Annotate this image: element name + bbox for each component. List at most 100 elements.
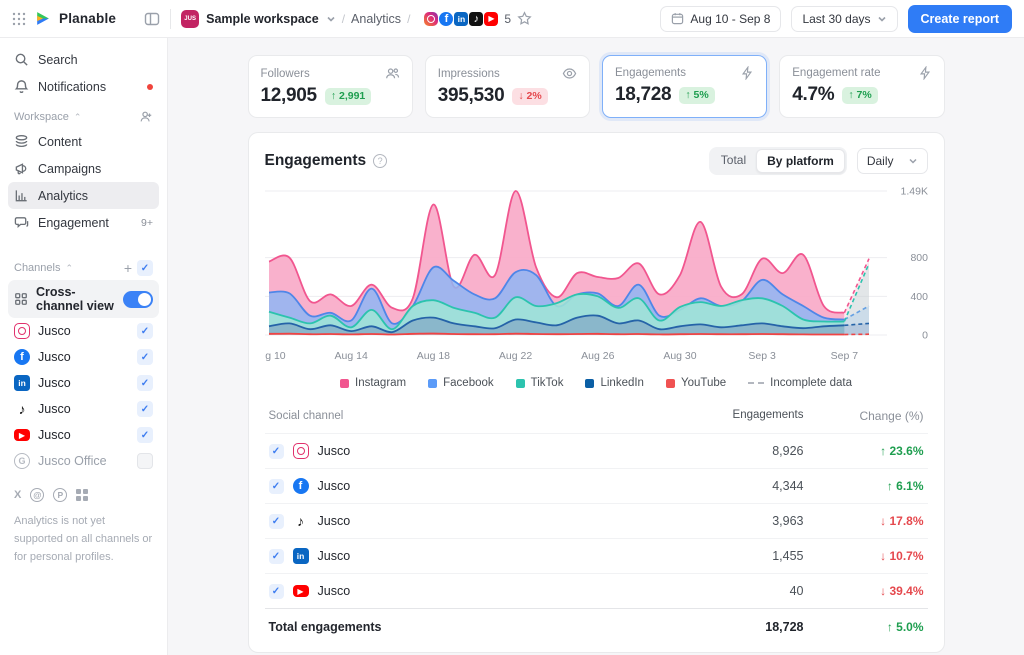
- row-checkbox[interactable]: ✓: [269, 479, 284, 494]
- help-icon[interactable]: ?: [373, 154, 387, 168]
- instagram-icon: [424, 12, 438, 26]
- row-checkbox[interactable]: ✓: [269, 584, 284, 599]
- layers-icon: [14, 134, 29, 149]
- row-checkbox[interactable]: ✓: [269, 549, 284, 564]
- channel-checkbox[interactable]: ✓: [137, 427, 153, 443]
- sidebar-item-campaigns[interactable]: Campaigns: [8, 155, 159, 182]
- cross-channel-toggle[interactable]: [123, 291, 153, 308]
- legend-linkedin: LinkedIn: [585, 377, 643, 389]
- row-change: ↓ 39.4%: [804, 584, 924, 598]
- svg-text:Aug 10: Aug 10: [265, 350, 286, 362]
- linkedin-icon: in: [454, 12, 468, 26]
- chevron-down-icon: [326, 14, 336, 24]
- planable-logo-icon: [34, 10, 51, 27]
- table-header: Social channel Engagements Change (%): [265, 403, 928, 433]
- followers-icon: [385, 66, 400, 81]
- card-impressions[interactable]: Impressions 395,530 ↓ 2%: [425, 55, 590, 118]
- tiktok-icon: ♪: [14, 401, 30, 417]
- sidebar-item-content[interactable]: Content: [8, 128, 159, 155]
- workspace-switcher[interactable]: JUS Sample workspace: [181, 10, 336, 28]
- channel-name: Jusco Office: [38, 454, 129, 468]
- bell-icon: [14, 79, 29, 94]
- legend-label: TikTok: [531, 377, 564, 389]
- channel-name: Jusco: [38, 376, 129, 390]
- channel-row-linkedin[interactable]: in Jusco ✓: [8, 370, 159, 396]
- total-change: ↑ 5.0%: [804, 620, 924, 634]
- toggle-by-platform[interactable]: By platform: [756, 149, 845, 173]
- card-value: 4.7%: [792, 84, 834, 106]
- linkedin-icon: in: [14, 375, 30, 391]
- channel-checkbox[interactable]: ✓: [137, 349, 153, 365]
- campaigns-label: Campaigns: [38, 162, 153, 176]
- card-label: Engagements: [615, 67, 686, 79]
- workspace-section-header[interactable]: Workspace ⌃: [8, 100, 159, 128]
- date-range-value: Aug 10 - Sep 8: [690, 12, 770, 26]
- channels-select-all-checkbox[interactable]: ✓: [137, 260, 153, 276]
- main-area: Followers 12,905 ↑ 2,991 Impressions: [168, 38, 1024, 655]
- invite-user-icon[interactable]: [139, 110, 153, 124]
- sidebar-toggle-icon[interactable]: [144, 11, 160, 27]
- row-channel-name: Jusco: [318, 549, 351, 563]
- calendar-icon: [671, 12, 684, 25]
- card-engagement-rate[interactable]: Engagement rate 4.7% ↑ 7%: [779, 55, 944, 118]
- svg-text:Aug 14: Aug 14: [334, 350, 367, 362]
- sidebar-item-search[interactable]: Search: [8, 46, 159, 73]
- channel-checkbox[interactable]: ✓: [137, 401, 153, 417]
- cross-channel-view-row[interactable]: Cross-channel view: [8, 280, 159, 318]
- chart-legend: Instagram Facebook TikTok LinkedIn YouTu…: [265, 377, 928, 389]
- create-report-button[interactable]: Create report: [908, 5, 1013, 33]
- chevron-down-icon: [877, 14, 887, 24]
- breadcrumb-analytics[interactable]: Analytics: [351, 12, 401, 26]
- sidebar-item-analytics[interactable]: Analytics: [8, 182, 159, 209]
- row-checkbox[interactable]: ✓: [269, 514, 284, 529]
- x-twitter-icon: X: [14, 489, 21, 501]
- sidebar-item-notifications[interactable]: Notifications: [8, 73, 159, 100]
- row-checkbox[interactable]: ✓: [269, 444, 284, 459]
- row-engagements: 4,344: [664, 479, 804, 493]
- svg-text:Sep 7: Sep 7: [830, 350, 858, 362]
- period-select[interactable]: Last 30 days: [791, 6, 897, 32]
- toggle-total[interactable]: Total: [711, 149, 756, 173]
- engagements-table: Social channel Engagements Change (%) ✓ J…: [265, 403, 928, 642]
- date-range-picker[interactable]: Aug 10 - Sep 8: [660, 6, 781, 32]
- channel-row-instagram[interactable]: Jusco ✓: [8, 318, 159, 344]
- star-icon[interactable]: [517, 11, 532, 26]
- channel-row-tiktok[interactable]: ♪ Jusco ✓: [8, 396, 159, 422]
- instagram-icon: [14, 323, 30, 339]
- total-engagements: 18,728: [664, 620, 804, 634]
- grid-apps-icon: [76, 489, 88, 501]
- app-grid-icon[interactable]: [12, 12, 26, 26]
- breadcrumb-separator: /: [407, 12, 410, 26]
- svg-text:400: 400: [910, 291, 928, 303]
- channel-checkbox[interactable]: ✓: [137, 375, 153, 391]
- row-channel-name: Jusco: [318, 479, 351, 493]
- card-engagements[interactable]: Engagements 18,728 ↑ 5%: [602, 55, 767, 118]
- search-label: Search: [38, 53, 153, 67]
- eye-icon: [562, 66, 577, 81]
- card-followers[interactable]: Followers 12,905 ↑ 2,991: [248, 55, 413, 118]
- period-value: Last 30 days: [802, 12, 870, 26]
- channel-checkbox[interactable]: ✓: [137, 453, 153, 469]
- row-change: ↑ 6.1%: [804, 479, 924, 493]
- breadcrumb-channel-icons[interactable]: f in ♪ ▶: [424, 10, 498, 28]
- row-engagements: 3,963: [664, 514, 804, 528]
- linkedin-icon: in: [293, 548, 309, 564]
- notifications-label: Notifications: [38, 80, 138, 94]
- channels-section-header[interactable]: Channels ⌃ + ✓: [8, 250, 159, 280]
- pinterest-icon: P: [53, 488, 67, 502]
- facebook-icon: f: [439, 12, 453, 26]
- sidebar-item-engagement[interactable]: Engagement 9+: [8, 209, 159, 236]
- channel-row-facebook[interactable]: f Jusco ✓: [8, 344, 159, 370]
- channel-row-youtube[interactable]: ▶ Jusco ✓: [8, 422, 159, 448]
- table-row-youtube: ✓▶Jusco 40 ↓ 39.4%: [265, 573, 928, 608]
- card-label: Engagement rate: [792, 67, 880, 79]
- engagements-area-chart[interactable]: 04008001.49KAug 10Aug 14Aug 18Aug 22Aug …: [265, 183, 930, 373]
- chevron-down-icon: [908, 156, 918, 166]
- row-change: ↓ 17.8%: [804, 514, 924, 528]
- header-social-channel: Social channel: [269, 409, 664, 423]
- channel-checkbox[interactable]: ✓: [137, 323, 153, 339]
- facebook-icon: f: [14, 349, 30, 365]
- channel-row-google[interactable]: G Jusco Office ✓: [8, 448, 159, 474]
- granularity-select[interactable]: Daily: [857, 148, 928, 174]
- add-channel-icon[interactable]: +: [124, 260, 132, 276]
